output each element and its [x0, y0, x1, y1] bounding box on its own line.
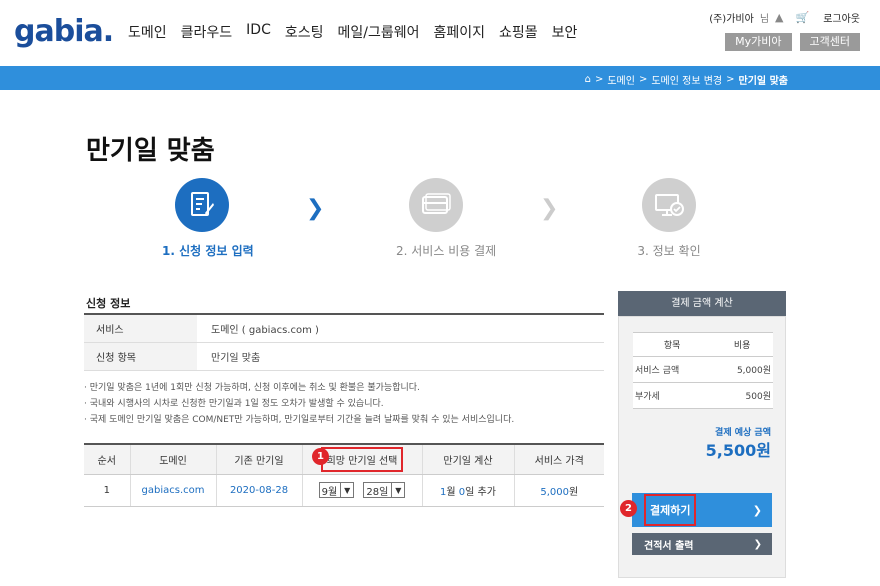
- monitor-check-icon: [642, 178, 696, 232]
- step-1-label: 1. 신청 정보 입력: [162, 244, 254, 258]
- payment-row: 부가세 500원: [633, 382, 773, 409]
- apply-info-label: 신청 항목: [84, 342, 197, 371]
- apply-info-label: 서비스: [84, 314, 197, 343]
- breadcrumb-sep: >: [726, 74, 735, 85]
- step-3: 3. 정보 확인: [629, 178, 709, 259]
- step-2: 2. 서비스 비용 결제: [396, 178, 497, 259]
- apply-info-row: 서비스 도메인 ( gabiacs.com ): [84, 314, 604, 343]
- payment-calc-title: 결제 금액 계산: [618, 291, 786, 316]
- payment-col-item: 항목: [633, 332, 712, 357]
- step-2-label: 2. 서비스 비용 결제: [396, 244, 497, 258]
- payment-header-row: 항목 비용: [633, 332, 773, 357]
- form-edit-icon: [175, 178, 229, 232]
- breadcrumb-domain-info[interactable]: 도메인 정보 변경: [651, 72, 722, 87]
- row-price: 5,000원: [514, 474, 604, 507]
- chevron-right-icon: ❯: [540, 196, 559, 221]
- nav-security[interactable]: 보안: [552, 22, 578, 42]
- day-select[interactable]: 28일 ▼: [363, 482, 406, 498]
- payment-calc-table-wrap: 항목 비용 서비스 금액 5,000원 부가세 500원: [633, 332, 773, 409]
- pay-button-label: 결제하기: [644, 494, 697, 526]
- payment-row: 서비스 금액 5,000원: [633, 356, 773, 383]
- payment-label: 부가세: [633, 382, 712, 409]
- breadcrumb-sep: >: [594, 74, 604, 85]
- chevron-right-icon: ❯: [753, 538, 762, 550]
- breadcrumb-current: 만기일 맞춤: [738, 76, 788, 87]
- apply-info-row: 신청 항목 만기일 맞춤: [84, 342, 604, 371]
- main-nav: 도메인 클라우드 IDC 호스팅 메일/그룹웨어 홈페이지 쇼핑몰 보안: [128, 22, 591, 42]
- home-icon[interactable]: ⌂: [585, 74, 591, 85]
- credit-card-icon: [409, 178, 463, 232]
- cart-icon[interactable]: 🛒: [795, 11, 809, 24]
- chevron-down-icon: ▼: [391, 483, 404, 497]
- user-suffix: 님: [759, 14, 770, 25]
- payment-value: 5,000원: [711, 356, 773, 383]
- table-header-row: 순서 도메인 기존 만기일 희망 만기일 선택 만기일 계산 서비스 가격: [84, 444, 604, 475]
- annotation-badge-2: 2: [620, 500, 637, 517]
- apply-info-title: 신청 정보: [86, 297, 131, 310]
- col-calc: 만기일 계산: [422, 444, 515, 475]
- gabia-logo[interactable]: gabia.: [14, 14, 114, 49]
- payment-label: 서비스 금액: [633, 356, 712, 383]
- notice-item: · 국내와 시행사의 시차로 신청한 만기일과 1일 정도 오차가 발생할 수 …: [84, 399, 384, 409]
- notice-item: · 국제 도메인 만기일 맞춤은 COM/NET만 가능하며, 만기일로부터 기…: [84, 415, 515, 425]
- desired-expiry-highlight: 희망 만기일 선택: [320, 446, 404, 472]
- col-expiry: 기존 만기일: [216, 444, 303, 475]
- col-domain: 도메인: [130, 444, 217, 475]
- pay-button[interactable]: 결제하기 ❯: [632, 493, 772, 527]
- row-domain[interactable]: gabiacs.com: [130, 474, 217, 507]
- apply-info-value: 도메인 ( gabiacs.com ): [197, 314, 604, 343]
- col-price: 서비스 가격: [514, 444, 604, 475]
- nav-mail-groupware[interactable]: 메일/그룹웨어: [338, 22, 420, 42]
- bell-icon[interactable]: ▲: [775, 11, 783, 24]
- apply-info-table: 서비스 도메인 ( gabiacs.com ) 신청 항목 만기일 맞춤: [84, 313, 604, 371]
- domain-table: 순서 도메인 기존 만기일 희망 만기일 선택 만기일 계산 서비스 가격 1 …: [84, 443, 604, 507]
- nav-shoppingmall[interactable]: 쇼핑몰: [499, 22, 538, 42]
- step-1: 1. 신청 정보 입력: [162, 178, 254, 259]
- utility-buttons: My가비아 고객센터: [725, 33, 860, 51]
- col-index: 순서: [84, 444, 131, 475]
- notice-item: · 만기일 맞춤은 1년에 1회만 신청 가능하며, 신청 이후에는 취소 및 …: [84, 383, 420, 393]
- row-calc: 1월 0일 추가: [422, 474, 515, 507]
- chevron-right-icon: ❯: [306, 196, 325, 221]
- chevron-right-icon: ❯: [752, 503, 762, 517]
- row-desired-expiry: 9월 ▼ 28일 ▼: [302, 474, 423, 507]
- support-button[interactable]: 고객센터: [799, 33, 860, 51]
- payment-col-cost: 비용: [711, 332, 773, 357]
- user-name: (주)가비아: [709, 14, 754, 25]
- payment-value: 500원: [711, 382, 773, 409]
- estimate-button-label: 견적서 출력: [644, 540, 694, 552]
- nav-hosting[interactable]: 호스팅: [285, 22, 324, 42]
- table-row: 1 gabiacs.com 2020-08-28 9월 ▼ 28일 ▼ 1월 0일 …: [84, 474, 604, 507]
- nav-cloud[interactable]: 클라우드: [181, 22, 233, 42]
- nav-idc[interactable]: IDC: [246, 22, 271, 42]
- month-select[interactable]: 9월 ▼: [318, 482, 355, 498]
- nav-homepage[interactable]: 홈페이지: [434, 22, 486, 42]
- page-title: 만기일 맞춤: [86, 136, 215, 166]
- breadcrumb-sep: >: [638, 74, 648, 85]
- logout-link[interactable]: 로그아웃: [823, 10, 860, 25]
- chevron-down-icon: ▼: [340, 483, 353, 497]
- row-expiry: 2020-08-28: [216, 474, 303, 507]
- breadcrumb: ⌂ > 도메인 > 도메인 정보 변경 > 만기일 맞춤: [585, 72, 788, 87]
- row-index: 1: [84, 474, 131, 507]
- my-gabia-button[interactable]: My가비아: [725, 33, 792, 51]
- breadcrumb-domain[interactable]: 도메인: [607, 72, 635, 87]
- estimate-print-button[interactable]: 견적서 출력 ❯: [632, 533, 772, 555]
- step-3-label: 3. 정보 확인: [637, 244, 701, 258]
- breadcrumb-bar: ⌂ > 도메인 > 도메인 정보 변경 > 만기일 맞춤: [0, 66, 880, 90]
- utility-bar: (주)가비아 님 ▲ 🛒 로그아웃: [709, 10, 860, 25]
- apply-info-value: 만기일 맞춤: [197, 342, 604, 371]
- notice-list: · 만기일 맞춤은 1년에 1회만 신청 가능하며, 신청 이후에는 취소 및 …: [84, 380, 514, 428]
- total-amount: 5,500원: [705, 441, 771, 460]
- payment-calc-table: 항목 비용 서비스 금액 5,000원 부가세 500원: [633, 332, 773, 409]
- annotation-badge-1: 1: [312, 448, 329, 465]
- nav-domain[interactable]: 도메인: [128, 22, 167, 42]
